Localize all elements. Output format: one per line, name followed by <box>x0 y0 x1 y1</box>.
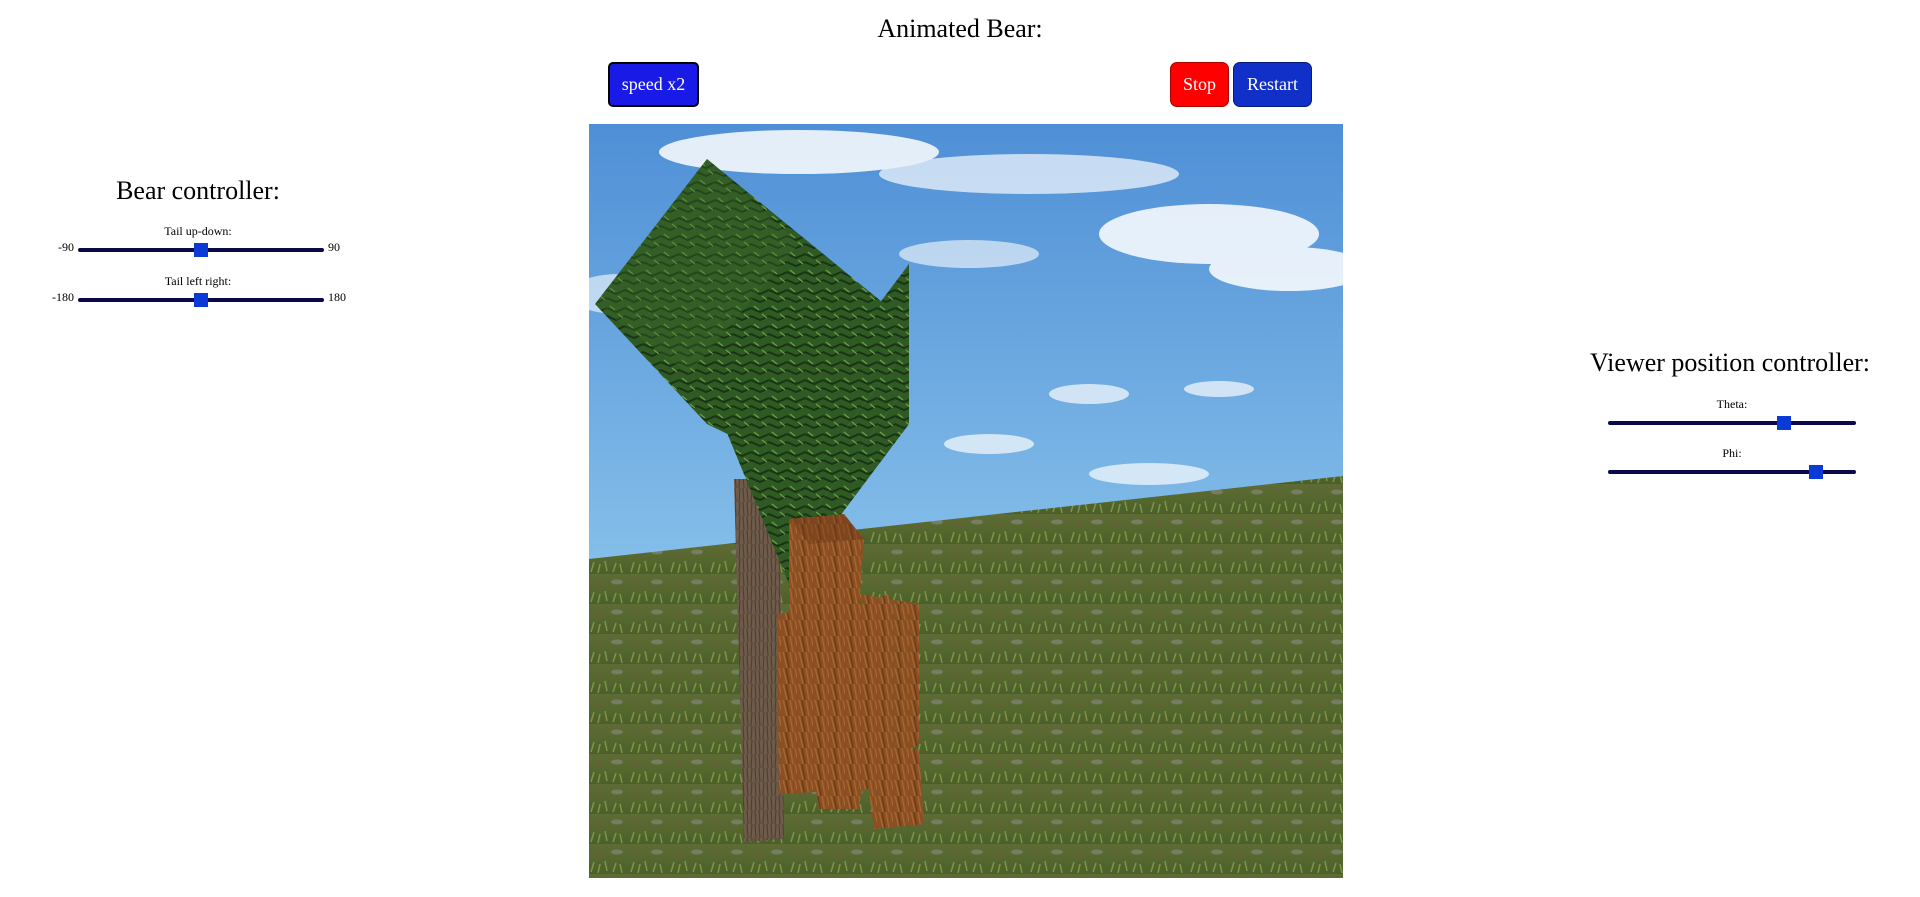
viewer-controller-title: Viewer position controller: <box>1589 348 1871 377</box>
bear-controller-title: Bear controller: <box>116 176 280 205</box>
phi-slider[interactable] <box>1608 462 1856 482</box>
tail-left-right-min: -180 <box>52 290 74 304</box>
tail-up-down-slider[interactable] <box>78 240 324 260</box>
scene-canvas[interactable] <box>589 124 1343 878</box>
restart-button[interactable]: Restart <box>1233 62 1312 107</box>
slider-thumb[interactable] <box>1809 465 1824 479</box>
scene-illustration <box>589 124 1343 878</box>
tail-left-right-label: Tail left right: <box>164 274 232 288</box>
theta-label: Theta: <box>1716 397 1748 411</box>
tail-left-right-slider[interactable] <box>78 290 324 310</box>
slider-thumb[interactable] <box>1777 416 1792 430</box>
phi-label: Phi: <box>1722 446 1742 460</box>
theta-slider[interactable] <box>1608 413 1856 433</box>
tail-up-down-min: -90 <box>58 240 74 254</box>
slider-track <box>1608 421 1856 425</box>
tail-left-right-max: 180 <box>328 290 346 304</box>
stop-button[interactable]: Stop <box>1170 62 1229 107</box>
slider-thumb[interactable] <box>194 243 208 257</box>
speed-x2-button[interactable]: speed x2 <box>608 62 699 107</box>
tail-up-down-max: 90 <box>328 240 340 254</box>
slider-thumb[interactable] <box>194 293 208 307</box>
tail-up-down-label: Tail up-down: <box>164 224 232 238</box>
page-title: Animated Bear: <box>877 14 1043 43</box>
